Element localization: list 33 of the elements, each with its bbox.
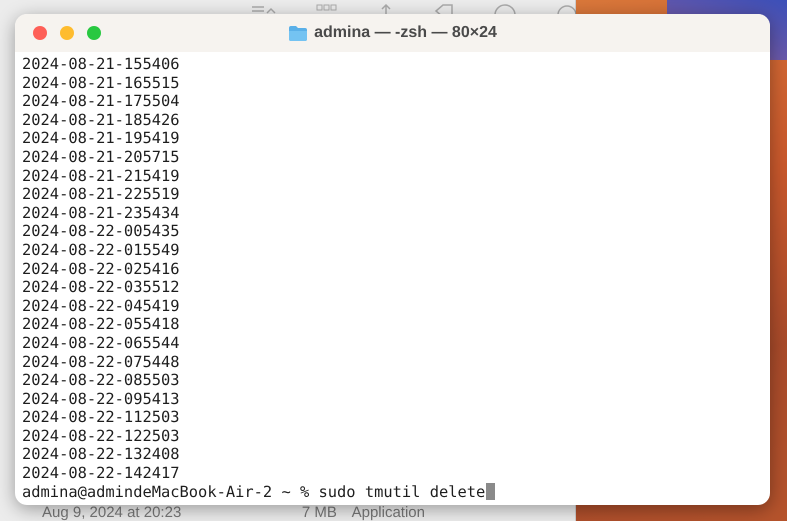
size-text: 7 MB (302, 505, 338, 521)
output-line: 2024-08-22-045419 (22, 296, 180, 315)
output-line: 2024-08-22-132408 (22, 445, 180, 464)
window-title: admina — -zsh — 80×24 (314, 24, 497, 42)
output-line: 2024-08-22-095413 (22, 390, 180, 408)
output-line: 2024-08-22-025416 (22, 260, 180, 278)
folder-icon (288, 24, 308, 42)
output-line: 2024-08-21-205715 (22, 148, 180, 166)
output-line: 2024-08-22-065544 (22, 334, 180, 352)
output-line: 2024-08-21-155406 (22, 55, 180, 73)
output-line: 2024-08-22-142417 (22, 464, 180, 482)
kind-text: Application (352, 505, 425, 521)
output-line: 2024-08-21-195419 (22, 129, 180, 148)
output-line: 2024-08-21-165515 (22, 74, 180, 92)
output-line: 2024-08-22-085503 (22, 371, 180, 390)
zoom-button[interactable] (87, 26, 101, 40)
output-line: 2024-08-21-215419 (22, 166, 180, 185)
output-line: 2024-08-22-112503 (22, 408, 180, 426)
command-prompt[interactable]: admina@admindeMacBook-Air-2 ~ % sudo tmutil delete (22, 482, 486, 501)
output-line: 2024-08-22-005435 (22, 222, 180, 240)
output-line: 2024-08-22-122503 (22, 426, 180, 445)
minimize-button[interactable] (60, 26, 74, 40)
output-line: 2024-08-22-015549 (22, 240, 180, 259)
output-line: 2024-08-21-175504 (22, 92, 180, 110)
output-line: 2024-08-22-075448 (22, 352, 180, 370)
output-line: 2024-08-22-035512 (22, 278, 180, 296)
date-modified-text: Aug 9, 2024 at 20:23 (42, 505, 182, 521)
output-line: 2024-08-21-225519 (22, 185, 180, 204)
output-line: 2024-08-21-235434 (22, 204, 180, 222)
text-cursor (486, 482, 496, 500)
output-line: 2024-08-22-055418 (22, 315, 180, 334)
close-button[interactable] (33, 26, 47, 40)
output-line: 2024-08-21-185426 (22, 110, 180, 129)
